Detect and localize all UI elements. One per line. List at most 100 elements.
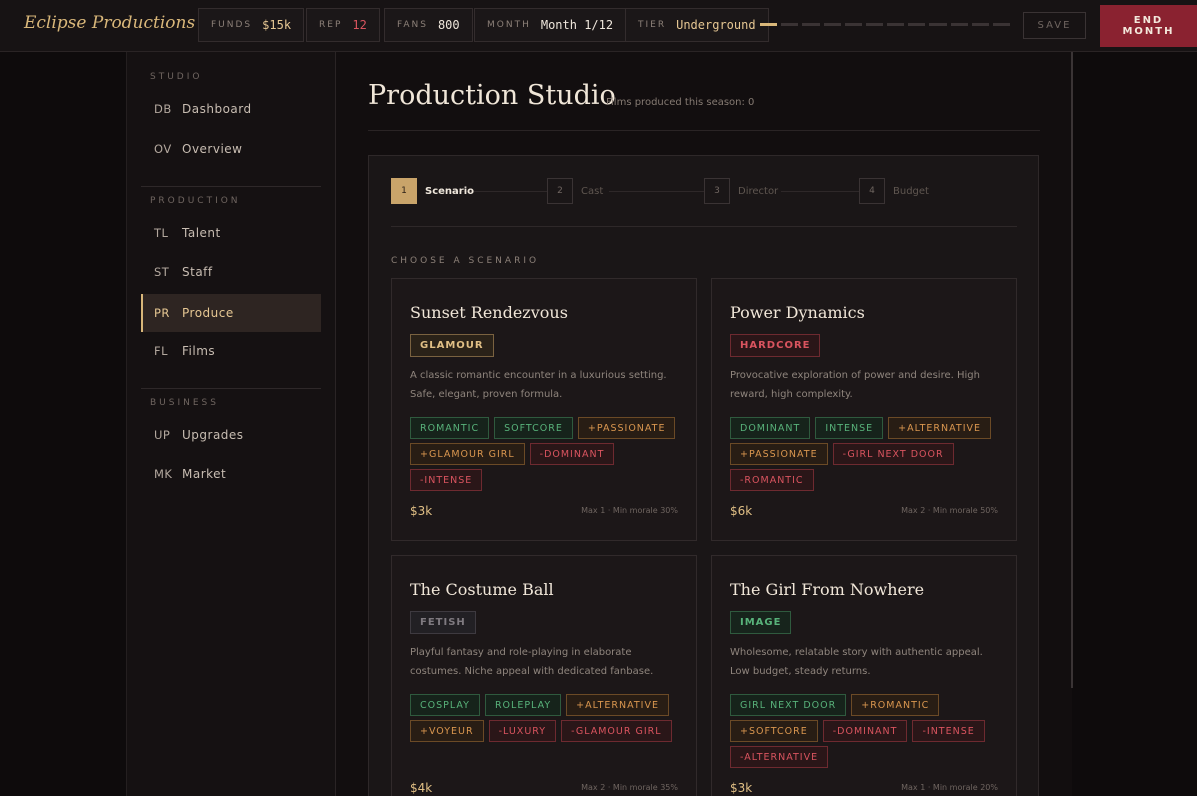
genre-badge: IMAGE <box>730 611 792 634</box>
talent-icon: TL <box>154 226 169 240</box>
step-number: 1 <box>391 178 417 204</box>
sidebar-item-overview[interactable]: OV Overview <box>141 130 321 168</box>
dashboard-icon: DB <box>154 102 172 116</box>
scenario-title: Sunset Rendezvous <box>410 303 568 322</box>
sidebar-item-dashboard[interactable]: DB Dashboard <box>141 90 321 128</box>
scenario-card-power-dynamics[interactable]: Power Dynamics HARDCORE Provocative expl… <box>711 278 1017 541</box>
tier-stat: TIER Underground <box>625 8 769 42</box>
progress-segment <box>992 23 1011 26</box>
tag: +PASSIONATE <box>577 417 676 439</box>
rep-stat: REP 12 <box>306 8 380 42</box>
fans-value: 800 <box>437 18 460 32</box>
scenario-description: Playful fantasy and role-playing in elab… <box>410 647 654 677</box>
progress-segment <box>887 23 905 26</box>
sidebar-item-staff[interactable]: ST Staff <box>141 253 321 291</box>
sidebar-item-produce[interactable]: PR Produce <box>141 294 321 332</box>
sidebar-item-market[interactable]: MK Market <box>141 455 321 493</box>
tag: +SOFTCORE <box>730 720 818 742</box>
step-number: 2 <box>547 178 573 204</box>
sidebar-item-label: Overview <box>182 142 243 156</box>
sidebar-item-films[interactable]: FL Films <box>141 332 321 370</box>
scenario-cost: $3k <box>410 504 433 518</box>
month-stat: MONTH Month 1/12 <box>474 8 627 42</box>
market-icon: MK <box>154 467 173 481</box>
progress-segment <box>823 23 841 26</box>
sidebar-item-talent[interactable]: TL Talent <box>141 214 321 252</box>
scenario-description: Wholesome, relatable story with authenti… <box>730 647 983 677</box>
tag: -ROMANTIC <box>730 469 814 491</box>
scenario-card-sunset-rendezvous[interactable]: Sunset Rendezvous GLAMOUR A classic roma… <box>391 278 697 541</box>
progress-segment <box>908 23 926 26</box>
step-number: 3 <box>704 178 730 204</box>
genre-badge: FETISH <box>410 611 476 634</box>
step-label: Director <box>738 185 779 197</box>
scenario-requirements: Max 1 · Min morale 30% <box>581 506 678 515</box>
produce-icon: PR <box>154 306 170 320</box>
films-icon: FL <box>154 344 169 358</box>
scenario-title: The Costume Ball <box>410 580 554 599</box>
season-progress-bar <box>760 23 1011 26</box>
tag: GIRL NEXT DOOR <box>730 694 847 716</box>
rep-label: REP <box>319 20 343 30</box>
funds-value: $15k <box>262 18 292 32</box>
step-label: Cast <box>581 185 604 197</box>
sidebar-item-label: Produce <box>182 306 234 320</box>
progress-segment <box>760 23 778 26</box>
tag: -INTENSE <box>410 469 483 491</box>
genre-badge: GLAMOUR <box>410 334 494 357</box>
tag: ROLEPLAY <box>484 694 562 716</box>
overview-icon: OV <box>154 142 172 156</box>
scrollbar[interactable] <box>1071 52 1073 688</box>
tag: +ALTERNATIVE <box>566 694 669 716</box>
scenario-title: Power Dynamics <box>730 303 865 322</box>
sidebar-section-production: PRODUCTION <box>150 196 241 206</box>
sidebar-item-label: Upgrades <box>182 428 244 442</box>
scenario-card-the-girl-from-nowhere[interactable]: The Girl From Nowhere IMAGE Wholesome, r… <box>711 555 1017 796</box>
step-director[interactable]: 3 Director <box>704 178 778 204</box>
scenario-card-the-costume-ball[interactable]: The Costume Ball FETISH Playful fantasy … <box>391 555 697 796</box>
brand-title: Eclipse Productions <box>24 13 196 33</box>
step-number: 4 <box>859 178 885 204</box>
sidebar-divider <box>141 388 321 389</box>
scenario-cost: $6k <box>730 504 753 518</box>
scenario-description: Provocative exploration of power and des… <box>730 370 980 400</box>
page-title: Production Studio <box>368 80 616 111</box>
step-connector <box>781 191 859 192</box>
title-divider <box>368 130 1040 131</box>
progress-segment <box>971 23 989 26</box>
sidebar-item-upgrades[interactable]: UP Upgrades <box>141 416 321 454</box>
tag: ROMANTIC <box>410 417 490 439</box>
top-bar: Eclipse Productions FUNDS $15k REP 12 FA… <box>0 0 1197 52</box>
choose-scenario-heading: CHOOSE A SCENARIO <box>391 256 540 266</box>
step-connector <box>609 191 704 192</box>
step-cast[interactable]: 2 Cast <box>547 178 603 204</box>
scenario-tags: DOMINANT INTENSE +ALTERNATIVE +PASSIONAT… <box>730 417 1010 491</box>
sidebar-divider <box>141 186 321 187</box>
end-month-button[interactable]: END MONTH <box>1100 5 1197 47</box>
sidebar-item-label: Market <box>182 467 227 481</box>
genre-badge: HARDCORE <box>730 334 821 357</box>
tag: COSPLAY <box>410 694 480 716</box>
tag: INTENSE <box>815 417 884 439</box>
rep-value: 12 <box>352 18 367 32</box>
tag: +PASSIONATE <box>730 443 828 465</box>
tier-value: Underground <box>676 18 756 32</box>
scenario-title: The Girl From Nowhere <box>730 580 925 599</box>
tag: -GIRL NEXT DOOR <box>832 443 954 465</box>
progress-segment <box>865 23 884 26</box>
page-subtitle: Films produced this season: 0 <box>606 97 755 108</box>
funds-label: FUNDS <box>211 20 253 30</box>
step-scenario[interactable]: 1 Scenario <box>391 178 474 204</box>
tag: DOMINANT <box>730 417 811 439</box>
sidebar-item-label: Talent <box>182 226 221 240</box>
progress-segment <box>950 23 968 26</box>
tag: +ALTERNATIVE <box>888 417 991 439</box>
tag: -DOMINANT <box>529 443 615 465</box>
scenario-requirements: Max 2 · Min morale 35% <box>581 783 678 792</box>
tag: -GLAMOUR GIRL <box>561 720 672 742</box>
step-budget[interactable]: 4 Budget <box>859 178 929 204</box>
sidebar-item-label: Films <box>182 344 216 358</box>
save-button[interactable]: SAVE <box>1023 12 1086 39</box>
tag: -DOMINANT <box>822 720 908 742</box>
scenario-tags: ROMANTIC SOFTCORE +PASSIONATE +GLAMOUR G… <box>410 417 690 491</box>
